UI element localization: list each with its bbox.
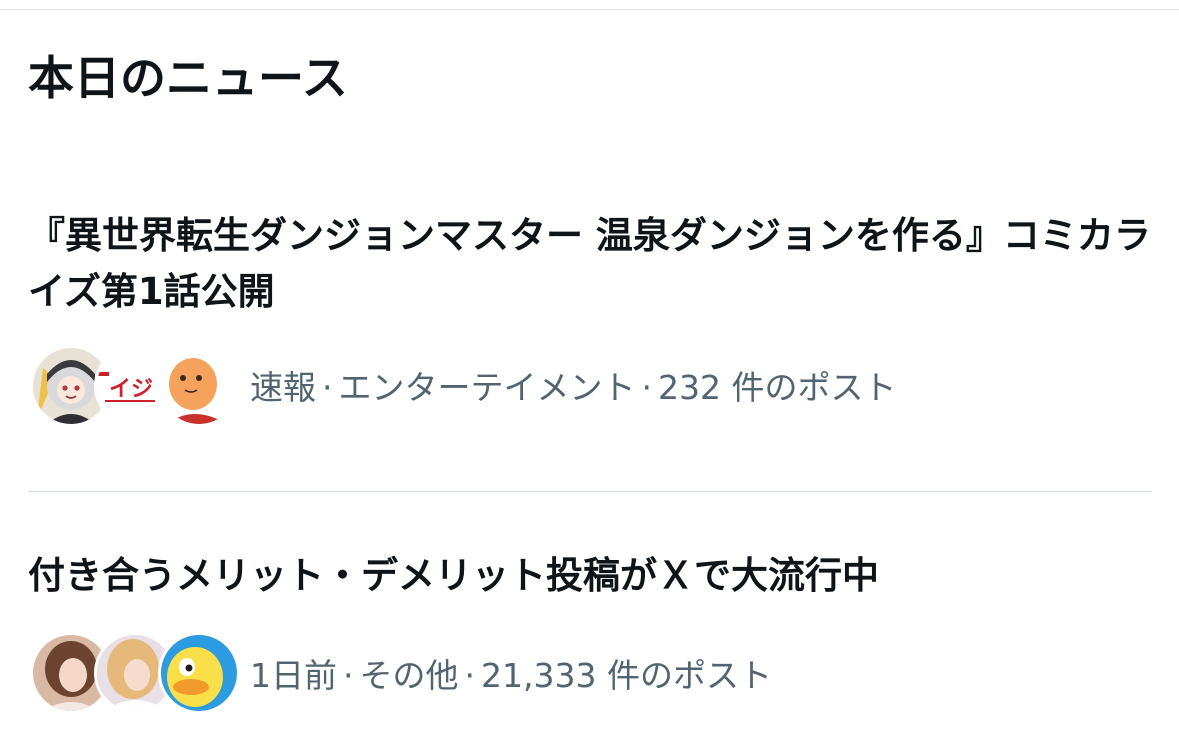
avatar-stack xyxy=(30,632,240,714)
avatar-duck-character xyxy=(158,632,240,714)
news-divider xyxy=(28,491,1152,492)
news-category: エンターテイメント xyxy=(338,368,636,407)
top-divider xyxy=(0,9,1179,10)
avatar-cartoon-face xyxy=(158,345,240,427)
news-time: 1日前 xyxy=(250,656,337,695)
news-item-1[interactable]: 『異世界転生ダンジョンマスター 温泉ダンジョンを作る』コミカライズ第1話公開 イ… xyxy=(0,208,1179,448)
news-time: 速報 xyxy=(250,368,316,407)
meta-separator: · xyxy=(322,368,333,407)
meta-separator: · xyxy=(464,656,476,695)
news-headline: 付き合うメリット・デメリット投稿がＸで大流行中 xyxy=(28,554,879,597)
brand-logo-text: イジ xyxy=(109,377,153,402)
meta-separator: · xyxy=(641,368,653,407)
meta-separator: · xyxy=(343,656,354,695)
news-item-2[interactable]: 付き合うメリット・デメリット投稿がＸで大流行中 1日前 · その他 · 21,3… xyxy=(0,548,1179,738)
news-post-count: 21,333 件のポスト xyxy=(481,656,772,695)
avatar-stack: イジ xyxy=(30,345,240,427)
news-headline: 『異世界転生ダンジョンマスター 温泉ダンジョンを作る』コミカライズ第1話公開 xyxy=(28,214,1151,313)
section-title: 本日のニュース xyxy=(28,51,348,105)
news-meta: 速報 · エンターテイメント · 232 件のポスト xyxy=(250,366,896,410)
news-post-count: 232 件のポスト xyxy=(658,368,897,407)
news-category: その他 xyxy=(359,656,459,695)
news-meta: 1日前 · その他 · 21,333 件のポスト xyxy=(250,654,772,698)
